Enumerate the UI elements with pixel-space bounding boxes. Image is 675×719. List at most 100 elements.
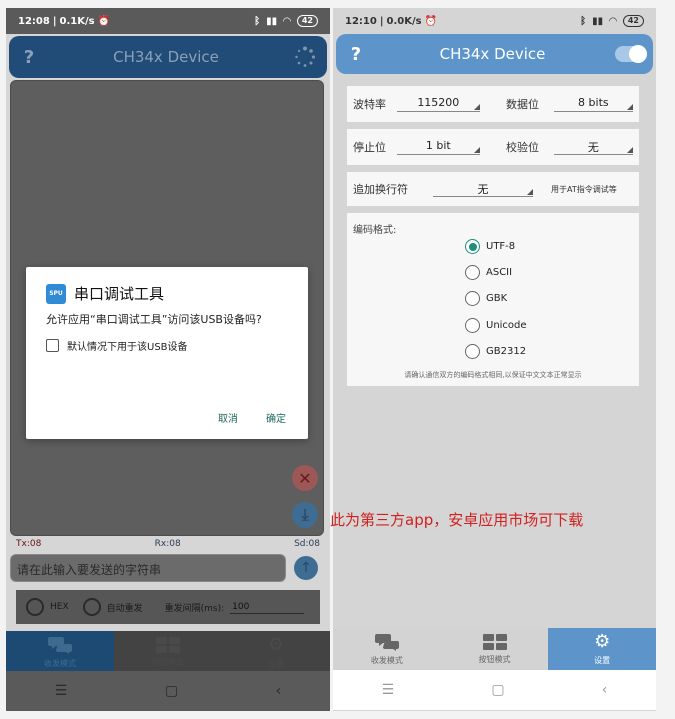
auto-resend-radio[interactable] — [82, 598, 101, 616]
status-bar: 12:10 | 0.0K/s ⏰ ᛒ ▮▮ ◠ 42 — [333, 8, 656, 34]
gear-icon: ⚙ — [267, 633, 285, 655]
serial-row-1: 波特率 115200 数据位 8 bits — [347, 86, 639, 122]
interval-field[interactable]: 100 — [230, 601, 305, 614]
radio-icon[interactable] — [465, 318, 480, 333]
radio-icon[interactable] — [465, 344, 480, 359]
rx-counter: Rx:08 — [154, 539, 181, 549]
chat-icon — [374, 633, 399, 651]
nav-settings[interactable]: ⚙ 设置 — [548, 628, 656, 670]
signal-icon: ▮▮ — [592, 15, 604, 27]
help-icon[interactable]: ? — [9, 47, 49, 68]
send-input[interactable]: 请在此输入要发送的字符串 — [10, 554, 286, 582]
stopbits-label: 停止位 — [353, 141, 386, 154]
app-bar: ? CH34x Device — [336, 34, 653, 74]
default-usb-checkbox-row[interactable]: 默认情况下用于该USB设备 — [46, 338, 288, 353]
databits-select[interactable]: 8 bits — [553, 96, 634, 112]
grid-icon — [156, 636, 180, 653]
bluetooth-icon: ᛒ — [254, 15, 261, 27]
dialog-message: 允许应用“串口调试工具”访问该USB设备吗? — [46, 313, 262, 326]
default-usb-checkbox[interactable] — [46, 339, 59, 352]
radio-icon[interactable] — [465, 291, 480, 306]
tx-counter: Tx:08 — [16, 539, 42, 549]
home-icon[interactable]: ▢ — [165, 683, 178, 699]
encoding-option[interactable]: GB2312 — [465, 344, 526, 359]
battery-icon: 42 — [622, 15, 644, 27]
app-title: CH34x Device — [113, 48, 219, 66]
encoding-label: 编码格式: — [353, 225, 397, 236]
encoding-option[interactable]: UTF-8 — [465, 239, 515, 254]
encoding-card: 编码格式: UTF-8 ASCII GBK Unicode GB2312 请确认… — [347, 213, 639, 386]
newline-note: 用于AT指令调试等 — [551, 184, 617, 194]
nav-label: 收发模式 — [44, 658, 76, 668]
nav-settings[interactable]: ⚙ 设置 — [222, 631, 330, 673]
app-bar: ? CH34x Device — [9, 36, 327, 78]
grid-icon — [482, 633, 507, 650]
dialog-title: 串口调试工具 — [74, 285, 165, 303]
databits-label: 数据位 — [505, 98, 539, 111]
signal-icon: ▮▮ — [266, 15, 278, 27]
download-icon[interactable]: ⤓ — [292, 502, 318, 528]
nav-send-receive[interactable]: 收发模式 — [333, 628, 441, 670]
radio-selected-icon[interactable] — [465, 239, 480, 254]
status-speed: 0.0K/s — [386, 15, 422, 27]
encoding-hint: 请确认通信双方的编码格式相同,以保证中文文本正常显示 — [404, 371, 582, 379]
chat-icon — [48, 636, 72, 654]
serial-row-3: 追加换行符 无 用于AT指令调试等 — [347, 172, 639, 206]
baud-select[interactable]: 115200 — [396, 96, 481, 112]
newline-select[interactable]: 无 — [433, 181, 533, 197]
app-title: CH34x Device — [439, 45, 546, 63]
send-icon[interactable]: ↑ — [294, 556, 318, 580]
serial-row-2: 停止位 1 bit 校验位 无 — [347, 129, 639, 165]
baud-label: 波特率 — [353, 98, 386, 111]
battery-icon: 42 — [296, 15, 318, 27]
wifi-icon: ◠ — [283, 15, 291, 27]
clear-icon[interactable]: ✕ — [292, 465, 318, 491]
left-phone-screenshot: 12:08 | 0.1K/s ⏰ ᛒ ▮▮ ◠ 42 ? CH34x Devic… — [6, 8, 330, 711]
bluetooth-icon: ᛒ — [580, 15, 587, 27]
status-time: 12:10 — [345, 15, 377, 27]
status-bar: 12:08 | 0.1K/s ⏰ ᛒ ▮▮ ◠ 42 — [6, 8, 330, 34]
hex-radio[interactable] — [26, 598, 44, 616]
right-phone-screenshot: 12:10 | 0.0K/s ⏰ ᛒ ▮▮ ◠ 42 ? CH34x Devic… — [333, 8, 656, 711]
back-icon[interactable]: ‹ — [602, 682, 608, 698]
radio-icon[interactable] — [465, 265, 480, 280]
status-speed: 0.1K/s — [59, 15, 95, 27]
parity-select[interactable]: 无 — [553, 139, 634, 155]
nav-label: 按钮模式 — [152, 657, 184, 667]
nav-button-mode[interactable]: 按钮模式 — [114, 631, 222, 673]
auto-resend-label: 自动重发 — [106, 603, 143, 614]
gear-icon: ⚙ — [594, 630, 611, 652]
encoding-option[interactable]: Unicode — [465, 318, 527, 333]
stopbits-select[interactable]: 1 bit — [396, 139, 481, 155]
caption-note: 此为第三方app，安卓应用市场可下载 — [330, 511, 584, 529]
dialog-header: SPU 串口调试工具 — [46, 283, 288, 304]
app-icon: SPU — [46, 283, 66, 304]
status-time: 12:08 — [18, 15, 50, 27]
nav-send-receive[interactable]: 收发模式 — [6, 631, 114, 673]
checkbox-label: 默认情况下用于该USB设备 — [67, 342, 188, 353]
send-options: HEX 自动重发 重发间隔(ms): 100 — [16, 590, 320, 624]
usb-permission-dialog: SPU 串口调试工具 允许应用“串口调试工具”访问该USB设备吗? 默认情况下用… — [26, 267, 308, 439]
bottom-nav: 收发模式 按钮模式 ⚙ 设置 — [333, 628, 656, 670]
parity-label: 校验位 — [505, 141, 539, 154]
encoding-option[interactable]: GBK — [465, 291, 507, 306]
alarm-icon: ⏰ — [424, 15, 438, 27]
cancel-button[interactable]: 取消 — [218, 410, 238, 425]
nav-button-mode[interactable]: 按钮模式 — [441, 628, 549, 670]
loading-spinner-icon — [283, 46, 327, 68]
home-icon[interactable]: ▢ — [491, 682, 504, 698]
dialog-actions: 取消 确定 — [218, 410, 286, 425]
menu-icon[interactable]: ☰ — [382, 682, 395, 698]
hex-label: HEX — [50, 602, 69, 612]
bottom-nav: 收发模式 按钮模式 ⚙ 设置 — [6, 631, 330, 673]
ok-button[interactable]: 确定 — [266, 410, 286, 425]
system-nav: ☰ ▢ ‹ — [6, 671, 330, 711]
connection-toggle[interactable] — [615, 45, 647, 63]
sd-counter: Sd:08 — [294, 539, 320, 549]
menu-icon[interactable]: ☰ — [55, 683, 68, 699]
wifi-icon: ◠ — [609, 15, 617, 27]
encoding-option[interactable]: ASCII — [465, 265, 512, 280]
back-icon[interactable]: ‹ — [276, 683, 282, 699]
nav-label: 设置 — [594, 655, 611, 665]
help-icon[interactable]: ? — [336, 44, 376, 65]
